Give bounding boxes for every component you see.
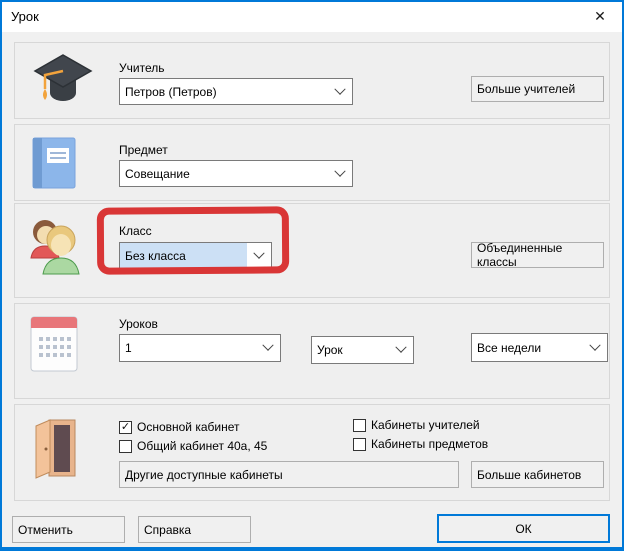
other-rooms-button[interactable]: Другие доступные кабинеты [119,461,459,488]
weeks-dropdown[interactable]: Все недели [471,333,608,362]
lesson-duration-value: Урок [312,343,389,357]
chevron-down-icon [247,252,271,260]
checkbox-label: Общий кабинет 40а, 45 [137,439,267,453]
lessons-section: Уроков 1 Урок Все недели [14,303,610,399]
subject-label: Предмет [119,143,168,157]
chevron-down-icon [256,344,280,352]
window-title: Урок [11,9,39,24]
lessons-count-dropdown[interactable]: 1 [119,334,281,362]
class-section: Класс Без класса Объединенные классы [14,203,610,298]
teacher-dropdown[interactable]: Петров (Петров) [119,78,353,105]
close-icon[interactable]: ✕ [578,2,622,31]
lessons-count-label: Уроков [119,317,158,331]
lesson-dialog: Урок ✕ Учитель Петров (Петров) Больше уч… [0,0,624,551]
checkbox-check-icon [119,440,132,453]
checkbox-check-icon: ✓ [119,421,132,434]
class-label: Класс [119,224,152,238]
weeks-dropdown-value: Все недели [472,341,583,355]
teacher-dropdown-value: Петров (Петров) [120,85,328,99]
chevron-down-icon [328,88,352,96]
lessons-count-value: 1 [120,341,256,355]
class-dropdown-value: Без класса [120,243,247,268]
cancel-button[interactable]: Отменить [12,516,125,543]
checkbox-label: Кабинеты учителей [371,418,480,432]
students-icon [27,214,83,280]
checkbox-label: Основной кабинет [137,420,240,434]
ok-button[interactable]: ОК [437,514,610,543]
book-icon [32,137,78,191]
graduation-cap-icon [29,53,93,111]
help-button[interactable]: Справка [138,516,251,543]
teacher-section: Учитель Петров (Петров) Больше учителей [14,42,610,119]
subject-dropdown[interactable]: Совещание [119,160,353,187]
calendar-icon [30,316,78,378]
main-room-checkbox[interactable]: ✓ Основной кабинет [119,420,240,434]
checkbox-check-icon [353,419,366,432]
chevron-down-icon [389,346,413,354]
teacher-label: Учитель [119,61,164,75]
joint-classes-button[interactable]: Объединенные классы [471,242,604,268]
checkbox-label: Кабинеты предметов [371,437,488,451]
subject-rooms-checkbox[interactable]: Кабинеты предметов [353,437,488,451]
teacher-rooms-checkbox[interactable]: Кабинеты учителей [353,418,480,432]
more-teachers-button[interactable]: Больше учителей [471,76,604,102]
classroom-section: ✓ Основной кабинет Общий кабинет 40а, 45… [14,404,610,501]
lesson-duration-dropdown[interactable]: Урок [311,336,414,364]
shared-room-checkbox[interactable]: Общий кабинет 40а, 45 [119,439,267,453]
subject-section: Предмет Совещание [14,124,610,201]
chevron-down-icon [583,344,607,352]
more-rooms-button[interactable]: Больше кабинетов [471,461,604,488]
subject-dropdown-value: Совещание [120,167,328,181]
class-dropdown[interactable]: Без класса [119,242,272,269]
door-icon [33,417,77,481]
titlebar: Урок ✕ [2,2,622,32]
chevron-down-icon [328,170,352,178]
checkbox-check-icon [353,438,366,451]
